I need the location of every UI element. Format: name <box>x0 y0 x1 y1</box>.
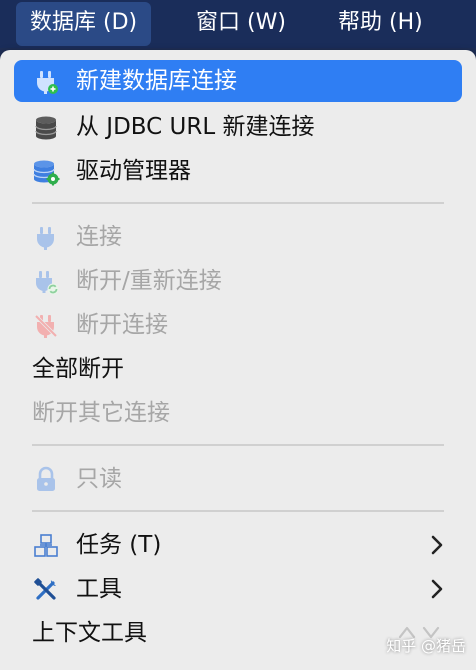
plug-disconnect-icon <box>34 314 58 338</box>
menu-item-label: 连接 <box>76 224 122 250</box>
menu-item-disconnect-others[interactable]: 断开其它连接 <box>14 392 462 434</box>
menu-item-label: 断开连接 <box>76 312 168 338</box>
tools-icon <box>34 578 56 600</box>
menu-separator <box>32 510 444 512</box>
chevron-right-icon <box>431 579 443 599</box>
menu-help[interactable]: 帮助 (H) <box>324 0 437 48</box>
menu-separator <box>32 202 444 204</box>
menu-item-label: 断开其它连接 <box>32 400 170 426</box>
database-dropdown-menu: 新建数据库连接 从 JDBC URL 新建连接 驱动管理器 连接 断开/重新连接… <box>0 50 476 670</box>
plug-icon <box>37 227 54 250</box>
menu-item-driver-manager[interactable]: 驱动管理器 <box>14 150 462 192</box>
menu-bar: 数据库 (D) 窗口 (W) 帮助 (H) <box>0 0 476 48</box>
menu-window[interactable]: 窗口 (W) <box>182 0 300 48</box>
menu-item-label: 驱动管理器 <box>76 158 191 184</box>
menu-item-label: 工具 <box>76 576 122 602</box>
menu-item-disconnect-all[interactable]: 全部断开 <box>14 348 462 390</box>
menu-item-new-from-jdbc[interactable]: 从 JDBC URL 新建连接 <box>14 106 462 148</box>
menu-item-connect[interactable]: 连接 <box>14 216 462 258</box>
database-icon <box>35 116 57 140</box>
menu-item-label: 只读 <box>76 466 122 492</box>
menu-item-tasks[interactable]: 任务 (T) <box>14 524 462 566</box>
menu-item-label: 新建数据库连接 <box>76 68 237 94</box>
menu-separator <box>32 444 444 446</box>
menu-item-label: 从 JDBC URL 新建连接 <box>76 114 315 140</box>
plug-plus-icon <box>37 71 58 94</box>
watermark: 知乎 @猪岳 <box>386 637 466 655</box>
database-gear-icon <box>33 160 60 186</box>
tasks-boxes-icon <box>34 534 58 557</box>
menu-item-label: 任务 (T) <box>76 532 162 558</box>
plug-refresh-icon <box>36 271 59 295</box>
menu-item-label: 全部断开 <box>32 356 124 382</box>
menu-item-new-connection[interactable]: 新建数据库连接 <box>14 60 462 102</box>
menu-item-label: 断开/重新连接 <box>76 268 222 294</box>
menu-database[interactable]: 数据库 (D) <box>16 2 152 46</box>
menu-item-tools[interactable]: 工具 <box>14 568 462 610</box>
menu-item-label: 上下文工具 <box>32 620 147 646</box>
lock-icon <box>37 466 55 491</box>
menu-item-read-only[interactable]: 只读 <box>14 458 462 500</box>
menu-item-disconnect[interactable]: 断开连接 <box>14 304 462 346</box>
chevron-right-icon <box>431 535 443 555</box>
menu-item-disconnect-reconnect[interactable]: 断开/重新连接 <box>14 260 462 302</box>
